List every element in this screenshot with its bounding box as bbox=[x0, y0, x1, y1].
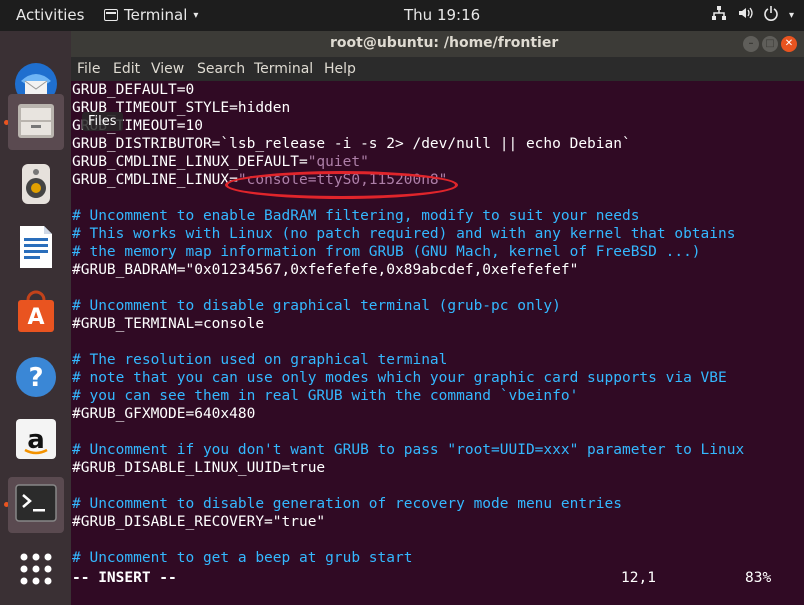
dock-libreoffice-writer[interactable] bbox=[8, 221, 64, 277]
editor-line: #GRUB_GFXMODE=640x480 bbox=[72, 405, 255, 423]
editor-line: GRUB_CMDLINE_LINUX="console=ttyS0,115200… bbox=[72, 171, 447, 189]
comment-text: # This works with Linux (no patch requir… bbox=[72, 226, 736, 242]
code-text: GRUB_CMDLINE_LINUX_DEFAULT= bbox=[72, 154, 308, 170]
maximize-button[interactable]: □ bbox=[762, 36, 778, 52]
comment-text: # The resolution used on graphical termi… bbox=[72, 352, 448, 368]
editor-line: # Uncomment to get a beep at grub start bbox=[72, 549, 412, 567]
terminal-app-icon bbox=[104, 9, 118, 21]
help-icon: ? bbox=[14, 355, 58, 403]
menu-view[interactable]: View bbox=[151, 61, 184, 77]
editor-line: # The resolution used on graphical termi… bbox=[72, 351, 447, 369]
system-status-menu[interactable]: ▾ bbox=[711, 5, 794, 25]
comment-text: # you can see them in real GRUB with the… bbox=[72, 388, 579, 404]
terminal-icon bbox=[14, 483, 58, 527]
code-text: #GRUB_TERMINAL=console bbox=[72, 316, 265, 332]
editor-line: # This works with Linux (no patch requir… bbox=[72, 225, 735, 243]
terminal-window: root@ubuntu: /home/frontier – □ ✕ File E… bbox=[71, 31, 804, 605]
editor-line: #GRUB_TERMINAL=console bbox=[72, 315, 264, 333]
show-applications-button[interactable] bbox=[8, 543, 64, 599]
dock-amazon[interactable]: a bbox=[8, 413, 64, 469]
menu-file[interactable]: File bbox=[77, 61, 100, 77]
amazon-icon: a bbox=[15, 418, 57, 464]
close-button[interactable]: ✕ bbox=[781, 36, 797, 52]
files-icon bbox=[14, 98, 58, 146]
writer-icon bbox=[16, 224, 56, 274]
app-menu-label: Terminal bbox=[124, 6, 188, 24]
code-text: #GRUB_BADRAM="0x01234567,0xfefefefe,0x89… bbox=[72, 262, 579, 278]
minimize-button[interactable]: – bbox=[743, 36, 759, 52]
window-titlebar[interactable]: root@ubuntu: /home/frontier – □ ✕ bbox=[71, 31, 804, 57]
editor-line: # Uncomment if you don't want GRUB to pa… bbox=[72, 441, 744, 459]
window-title: root@ubuntu: /home/frontier bbox=[330, 35, 559, 51]
menu-bar: File Edit View Search Terminal Help bbox=[71, 57, 804, 81]
caret-down-icon: ▾ bbox=[788, 9, 794, 21]
comment-text: # note that you can use only modes which… bbox=[72, 370, 727, 386]
editor-line: #GRUB_BADRAM="0x01234567,0xfefefefe,0x89… bbox=[72, 261, 578, 279]
network-icon bbox=[711, 5, 727, 25]
editor-line: # Uncomment to disable graphical termina… bbox=[72, 297, 561, 315]
menu-help[interactable]: Help bbox=[324, 61, 356, 77]
dock-help[interactable]: ? bbox=[8, 351, 64, 407]
app-grid-icon bbox=[18, 551, 54, 591]
volume-icon bbox=[737, 5, 753, 25]
menu-search[interactable]: Search bbox=[197, 61, 245, 77]
editor-line: GRUB_DISTRIBUTOR=`lsb_release -i -s 2> /… bbox=[72, 135, 631, 153]
dock-files[interactable] bbox=[8, 94, 64, 150]
scroll-percent: 83% bbox=[745, 570, 772, 586]
dock-tooltip: Files bbox=[82, 112, 123, 131]
app-menu-button[interactable]: Terminal ▾ bbox=[104, 6, 198, 24]
dock-rhythmbox[interactable] bbox=[8, 158, 64, 214]
comment-text: # Uncomment to disable graphical termina… bbox=[72, 298, 561, 314]
dock-terminal[interactable] bbox=[8, 477, 64, 533]
dock-ubuntu-software[interactable]: A bbox=[8, 286, 64, 342]
code-text: #GRUB_GFXMODE=640x480 bbox=[72, 406, 256, 422]
code-text: #GRUB_DISABLE_RECOVERY="true" bbox=[72, 514, 326, 530]
editor-line: # Uncomment to disable generation of rec… bbox=[72, 495, 622, 513]
editor-line: # the memory map information from GRUB (… bbox=[72, 243, 701, 261]
ubuntu-software-icon: A bbox=[14, 290, 58, 338]
cursor-position: 12,1 bbox=[621, 570, 656, 586]
clock[interactable]: Thu 19:16 bbox=[404, 6, 480, 24]
string-text: "quiet" bbox=[307, 154, 369, 170]
svg-text:a: a bbox=[27, 425, 45, 455]
editor-line: GRUB_CMDLINE_LINUX_DEFAULT="quiet" bbox=[72, 153, 369, 171]
comment-text: # the memory map information from GRUB (… bbox=[72, 244, 701, 260]
comment-text: # Uncomment if you don't want GRUB to pa… bbox=[72, 442, 745, 458]
power-icon bbox=[763, 5, 779, 25]
comment-text: # Uncomment to enable BadRAM filtering, … bbox=[72, 208, 640, 224]
string-text: "console=ttyS0,115200n8" bbox=[237, 172, 448, 188]
code-text: #GRUB_DISABLE_LINUX_UUID=true bbox=[72, 460, 326, 476]
editor-line: # note that you can use only modes which… bbox=[72, 369, 727, 387]
code-text: GRUB_DISTRIBUTOR=`lsb_release -i -s 2> /… bbox=[72, 136, 631, 152]
dock: A ? a bbox=[0, 31, 71, 605]
code-text: GRUB_DEFAULT=0 bbox=[72, 82, 195, 98]
chevron-down-icon: ▾ bbox=[193, 9, 199, 21]
editor-line: #GRUB_DISABLE_LINUX_UUID=true bbox=[72, 459, 325, 477]
rhythmbox-icon bbox=[16, 162, 56, 210]
comment-text: # Uncomment to disable generation of rec… bbox=[72, 496, 622, 512]
editor-line: # Uncomment to enable BadRAM filtering, … bbox=[72, 207, 639, 225]
terminal-content[interactable]: -- INSERT -- 12,1 83% GRUB_DEFAULT=0 GRUB… bbox=[71, 81, 804, 605]
menu-edit[interactable]: Edit bbox=[113, 61, 140, 77]
editor-line: #GRUB_DISABLE_RECOVERY="true" bbox=[72, 513, 325, 531]
top-bar: Activities Terminal ▾ Thu 19:16 ▾ bbox=[0, 0, 804, 31]
comment-text: # Uncomment to get a beep at grub start bbox=[72, 550, 413, 566]
editor-line: GRUB_DEFAULT=0 bbox=[72, 81, 194, 99]
activities-button[interactable]: Activities bbox=[16, 6, 84, 24]
editor-line: # you can see them in real GRUB with the… bbox=[72, 387, 578, 405]
menu-terminal[interactable]: Terminal bbox=[254, 61, 313, 77]
svg-text:?: ? bbox=[28, 363, 43, 393]
vim-mode-indicator: -- INSERT -- bbox=[72, 570, 177, 586]
code-text: GRUB_CMDLINE_LINUX= bbox=[72, 172, 238, 188]
svg-text:A: A bbox=[27, 305, 44, 330]
